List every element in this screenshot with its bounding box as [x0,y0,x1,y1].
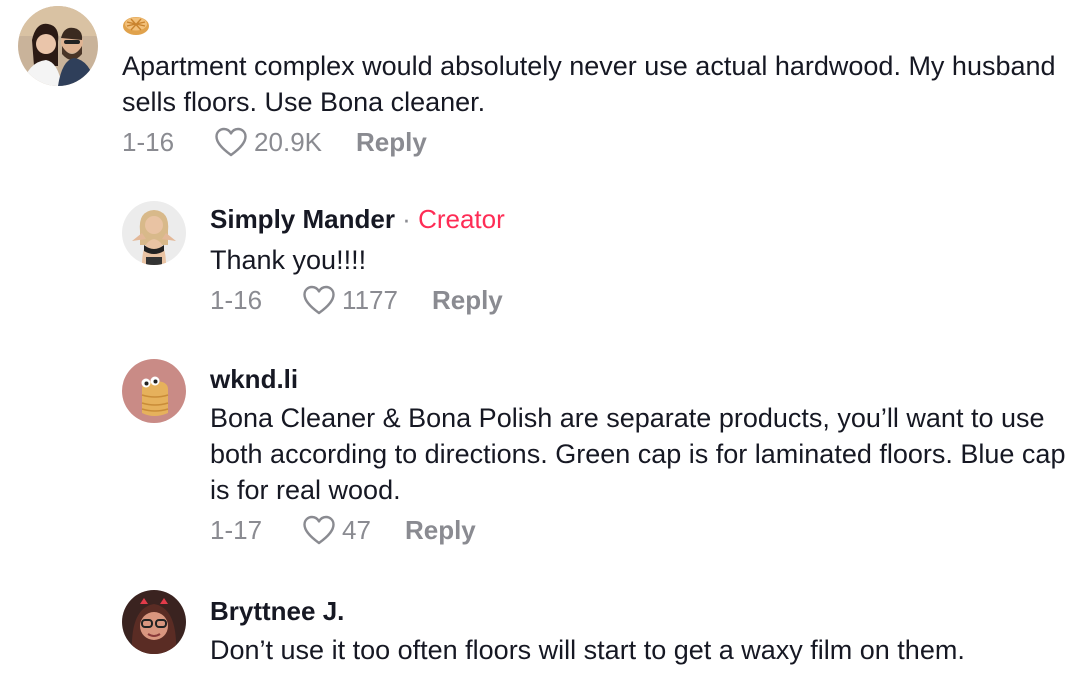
comment-text: Thank you!!!! [210,245,367,275]
username[interactable]: Bryttnee J. [210,596,344,627]
avatar-couple[interactable] [18,6,98,86]
like-count: 20.9K [254,126,322,157]
reply-button[interactable]: Reply [405,515,476,546]
comment-reply-creator: Simply Mander · Creator Thank you!!!! 1-… [0,180,1090,330]
like-count: 47 [342,514,371,545]
comment-text: Apartment complex would absolutely never… [122,51,1056,117]
pie-emoji [122,14,150,36]
like-button[interactable]: 47 [302,514,371,546]
like-button[interactable]: 20.9K [214,126,322,158]
comment-date: 1-17 [210,514,263,545]
comment-meta: 1-16 1177 Reply [210,284,503,316]
avatar-wknd-li[interactable] [122,359,186,423]
comment-meta: 1-16 20.9K Reply [122,126,427,158]
username-text: Simply Mander [210,204,395,234]
comment-reply: wknd.li Bona Cleaner & Bona Polish are s… [0,340,1090,570]
comment-top-level: Apartment complex would absolutely never… [0,0,1090,180]
comment-meta: 1-17 47 Reply [210,514,476,546]
comment-date: 1-16 [122,126,175,157]
username[interactable]: wknd.li [210,364,298,395]
reply-button[interactable]: Reply [356,127,427,158]
like-button[interactable]: 1177 [302,284,398,316]
heart-outline-icon [303,515,335,545]
avatar-simply-mander[interactable] [122,201,186,265]
username[interactable]: Simply Mander · Creator [210,204,505,235]
heart-outline-icon [303,285,335,315]
comment-text: Bona Cleaner & Bona Polish are separate … [210,403,1066,505]
creator-separator: · [402,204,411,234]
avatar-bryttnee[interactable] [122,590,186,654]
like-count: 1177 [342,284,398,315]
reply-button[interactable]: Reply [432,285,503,316]
comment-date: 1-16 [210,284,263,315]
comment-reply: Bryttnee J. Don’t use it too often floor… [0,572,1090,674]
creator-badge: Creator [418,204,505,234]
comment-text: Don’t use it too often floors will start… [210,635,965,665]
heart-outline-icon [215,127,247,157]
